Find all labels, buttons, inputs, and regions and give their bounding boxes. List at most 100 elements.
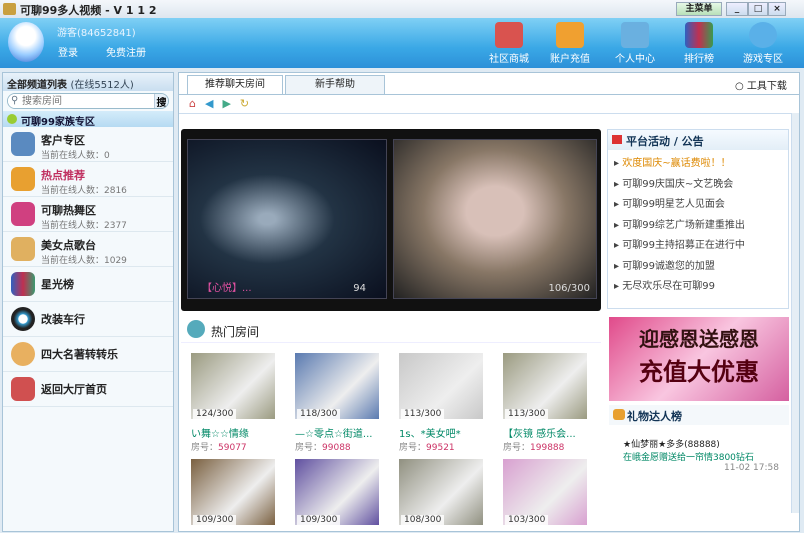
nav-profile-button[interactable]: 个人中心	[610, 22, 660, 66]
forward-arrow-icon[interactable]: ▶	[222, 97, 239, 110]
room-thumbnail[interactable]: 124/300	[191, 353, 275, 419]
gift-user: ★仙梦丽★多多(88888)	[623, 440, 720, 450]
room-number-label: 房号：	[191, 443, 219, 453]
room-number-value: 59077	[218, 443, 247, 453]
room-thumbnail[interactable]: 108/300	[399, 459, 483, 525]
room-thumbnail[interactable]: 118/300	[295, 353, 379, 419]
announcement-item[interactable]: 可聊99综艺广场新建重推出	[608, 212, 788, 233]
video-left[interactable]: 【心悦】... 94	[187, 139, 387, 299]
tab-recommended-rooms[interactable]: 推荐聊天房间	[187, 75, 283, 94]
nav-ranking-button[interactable]: 排行榜	[674, 22, 724, 66]
room-name[interactable]: 1s、*美女吧*	[399, 425, 483, 440]
item-name: 热点推荐	[41, 169, 85, 182]
announcement-item[interactable]: 可聊99诚邀您的加盟	[608, 253, 788, 274]
refresh-icon[interactable]: ↻	[240, 97, 258, 110]
tools-download-link[interactable]: ○ 工具下载	[735, 77, 787, 92]
house-icon	[187, 320, 205, 338]
search-input[interactable]	[8, 94, 154, 108]
item-online: 当前在线人数：2377	[41, 221, 127, 231]
video-right[interactable]: 106/300	[393, 139, 597, 299]
room-card[interactable]: 108/300	[399, 459, 483, 525]
room-card[interactable]: 124/300 い舞☆☆情缘 房号：59077	[191, 353, 275, 453]
item-online: 当前在线人数：2816	[41, 186, 127, 196]
room-name[interactable]: い舞☆☆情缘	[191, 425, 275, 440]
room-thumbnail[interactable]: 109/300	[295, 459, 379, 525]
room-thumbnail[interactable]: 109/300	[191, 459, 275, 525]
announcement-item[interactable]: 无尽欢乐尽在可聊99	[608, 273, 788, 294]
tab-help[interactable]: 新手帮助	[285, 75, 385, 94]
home-icon[interactable]: ⌂	[189, 97, 205, 110]
sidebar-item-cars[interactable]: 改装车行	[3, 302, 173, 337]
room-number-value: 99088	[322, 443, 351, 453]
banner-line1: 迎感恩送感恩	[639, 327, 759, 351]
tools-download-label: 工具下载	[746, 81, 787, 92]
room-card[interactable]: 118/300 —☆零点☆街道... 房号：99088	[295, 353, 379, 453]
announcement-item[interactable]: 可聊99明星艺人见面会	[608, 191, 788, 212]
announcement-item[interactable]: 可聊99庆国庆~文艺晚会	[608, 171, 788, 192]
nav-mall-button[interactable]: 社区商城	[484, 22, 534, 66]
promo-banner[interactable]: 迎感恩送感恩 充值大优惠	[609, 317, 789, 401]
room-number-label: 房号：	[399, 443, 427, 453]
sidebar-header: 全部频道列表 (在线5512人)	[3, 73, 173, 91]
room-name[interactable]: —☆零点☆街道...	[295, 425, 379, 440]
back-arrow-icon[interactable]: ◀	[205, 97, 222, 110]
register-link[interactable]: 免费注册	[106, 44, 146, 59]
close-button[interactable]: ×	[768, 2, 786, 16]
announcements-header: 平台活动 / 公告	[608, 130, 788, 150]
nav-games-button[interactable]: 游戏专区	[738, 22, 788, 66]
chat-bubble-icon	[11, 132, 35, 156]
announcement-item[interactable]: 可聊99主持招募正在进行中	[608, 232, 788, 253]
maximize-button[interactable]: □	[748, 2, 768, 16]
minimize-button[interactable]: _	[726, 2, 748, 16]
header: 游客(84652841) 登录 免费注册 社区商城 账户充值 个人中心 排行榜 …	[0, 18, 804, 68]
room-card[interactable]: 109/300	[295, 459, 379, 525]
room-card[interactable]: 103/300	[503, 459, 587, 525]
room-occupancy: 113/300	[401, 409, 445, 419]
gift-text: 在峨金愿赠送给一帘情3800钻石	[623, 453, 754, 463]
announcement-item[interactable]: 欢度国庆~赢话费啦！！	[608, 150, 788, 171]
login-link[interactable]: 登录	[58, 44, 78, 59]
room-thumbnail[interactable]: 113/300	[503, 353, 587, 419]
room-occupancy: 113/300	[505, 409, 549, 419]
sidebar-item-customer[interactable]: 客户专区 当前在线人数：0	[3, 127, 173, 162]
yuan-icon	[556, 22, 584, 48]
room-name[interactable]: 【灰镜 感乐会...	[503, 425, 587, 440]
gift-ranking-header: 礼物达人榜	[609, 405, 789, 425]
hot-rooms-title: 热门房间	[211, 325, 260, 339]
room-number: 房号：59077	[191, 440, 275, 453]
sidebar-item-home[interactable]: 返回大厅首页	[3, 372, 173, 407]
nav-label: 排行榜	[684, 54, 714, 65]
main-panel: 推荐聊天房间 新手帮助 ○ 工具下载 ⌂◀▶↻ 【心悦】... 94 106/3…	[178, 72, 800, 532]
nav-label: 社区商城	[489, 54, 529, 65]
browser-toolbar: ⌂◀▶↻	[179, 94, 799, 114]
category-header[interactable]: 可聊99家族专区	[3, 111, 173, 128]
sidebar-item-songs[interactable]: 美女点歌台当前在线人数：1029	[3, 232, 173, 267]
room-card[interactable]: 109/300	[191, 459, 275, 525]
room-thumbnail[interactable]: 113/300	[399, 353, 483, 419]
sidebar-item-stars[interactable]: 星光榜	[3, 267, 173, 302]
face-icon	[11, 342, 35, 366]
item-name: 美女点歌台	[41, 239, 96, 252]
announcements-title: 平台活动 / 公告	[626, 135, 704, 148]
video-count: 106/300	[548, 283, 590, 294]
room-number: 房号：99088	[295, 440, 379, 453]
sidebar-item-dance[interactable]: 可聊热舞区 当前在线人数：2377	[3, 197, 173, 232]
title-bar: 可聊99多人视频 - V 1 1 2 主菜单 _ □ ×	[0, 0, 804, 18]
room-card[interactable]: 113/300 1s、*美女吧* 房号：99521	[399, 353, 483, 453]
nav-recharge-button[interactable]: 账户充值	[545, 22, 595, 66]
search-button[interactable]: 搜索	[154, 94, 168, 108]
banner-line2: 充值大优惠	[639, 357, 759, 386]
user-avatar[interactable]	[8, 22, 44, 62]
hot-rooms-header: 热门房间	[181, 317, 601, 343]
item-online: 当前在线人数：1029	[41, 256, 127, 266]
item-name: 改装车行	[41, 313, 85, 326]
sidebar-item-classics[interactable]: 四大名著转转乐	[3, 337, 173, 372]
scrollbar[interactable]	[791, 113, 799, 513]
hot-icon	[11, 167, 35, 191]
room-card[interactable]: 113/300 【灰镜 感乐会... 房号：199888	[503, 353, 587, 453]
main-menu-button[interactable]: 主菜单	[676, 2, 722, 16]
room-occupancy: 109/300	[193, 515, 237, 525]
featured-video-area: 【心悦】... 94 106/300	[181, 129, 601, 311]
room-thumbnail[interactable]: 103/300	[503, 459, 587, 525]
sidebar-item-hot[interactable]: 热点推荐当前在线人数：2816	[3, 162, 173, 197]
